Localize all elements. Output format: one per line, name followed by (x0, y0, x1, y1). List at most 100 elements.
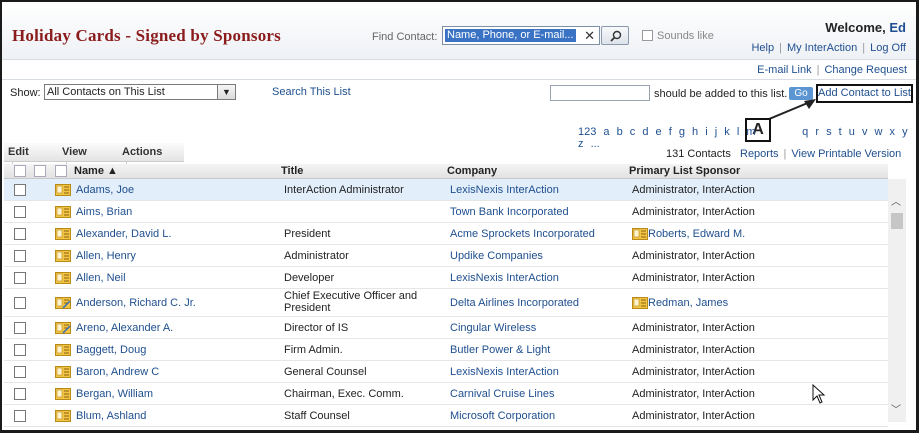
table-row[interactable]: Alexander, David L. President Acme Sprocke… (4, 223, 888, 245)
row-checkbox[interactable] (14, 228, 26, 240)
company-link[interactable]: LexisNexis InterAction (450, 272, 559, 284)
row-checkbox[interactable] (14, 388, 26, 400)
sounds-like-option[interactable]: Sounds like (642, 30, 714, 42)
alpha-filter-h[interactable]: h (692, 126, 698, 138)
column-title[interactable]: Title (281, 165, 303, 177)
company-link[interactable]: Microsoft Corporation (450, 410, 555, 422)
alpha-filter-123[interactable]: 123 (578, 126, 596, 138)
company-link[interactable]: Town Bank Incorporated (450, 206, 569, 218)
alpha-filter-e[interactable]: e (656, 126, 662, 138)
table-row[interactable]: Areno, Alexander A. Director of IS Cingula… (4, 317, 888, 339)
alpha-filter-c[interactable]: c (630, 126, 636, 138)
table-row[interactable]: Anderson, Richard C. Jr. Chief Executive … (4, 289, 888, 317)
find-search-button[interactable] (601, 26, 629, 45)
contact-name-link[interactable]: Baron, Andrew C (76, 366, 159, 378)
contact-name-link[interactable]: Allen, Neil (76, 272, 126, 284)
row-checkbox[interactable] (14, 272, 26, 284)
company-link[interactable]: Acme Sprockets Incorporated (450, 228, 595, 240)
row-checkbox[interactable] (14, 206, 26, 218)
log-off-link[interactable]: Log Off (870, 42, 906, 54)
contact-name-link[interactable]: Alexander, David L. (76, 228, 171, 240)
chevron-down-icon[interactable]: ▼ (217, 85, 235, 99)
company-link[interactable]: Delta Airlines Incorporated (450, 297, 579, 309)
sponsor-link[interactable]: Redman, James (648, 297, 728, 309)
printable-version-link[interactable]: View Printable Version (791, 148, 901, 160)
company-link[interactable]: Cingular Wireless (450, 322, 536, 334)
sponsor-link[interactable]: Roberts, Edward M. (648, 228, 745, 240)
contact-name-link[interactable]: Anderson, Richard C. Jr. (76, 297, 196, 309)
actions-menu[interactable]: Actions (118, 143, 162, 177)
row-checkbox[interactable] (14, 322, 26, 334)
column-company[interactable]: Company (447, 165, 497, 177)
contact-name-link[interactable]: Bergan, William (76, 388, 153, 400)
add-contact-input[interactable] (550, 85, 650, 101)
select-all-checkbox[interactable] (14, 165, 26, 177)
alpha-filter-l[interactable]: l (737, 126, 739, 138)
alpha-filter-w[interactable]: w (875, 126, 883, 138)
table-row[interactable]: Baron, Andrew C General Counsel LexisNexis… (4, 361, 888, 383)
user-name[interactable]: Ed (889, 20, 906, 35)
company-link[interactable]: LexisNexis InterAction (450, 366, 559, 378)
row-checkbox[interactable] (14, 366, 26, 378)
company-link[interactable]: LexisNexis InterAction (450, 184, 559, 196)
alpha-filter-g[interactable]: g (679, 126, 685, 138)
find-contact-input[interactable]: Name, Phone, or E-mail... ✕ (442, 26, 600, 45)
row-checkbox[interactable] (14, 184, 26, 196)
alpha-filter-t[interactable]: t (839, 126, 842, 138)
alpha-filter-m[interactable]: m (746, 126, 755, 138)
contact-name-link[interactable]: Blum, Ashland (76, 410, 146, 422)
help-link[interactable]: Help (751, 42, 774, 54)
row-checkbox[interactable] (14, 250, 26, 262)
alpha-filter-k[interactable]: k (724, 126, 730, 138)
table-row[interactable]: Adams, Joe InterAction Administrator Lexis… (4, 179, 888, 201)
alpha-filter-s[interactable]: s (826, 126, 832, 138)
contact-name-link[interactable]: Allen, Henry (76, 250, 136, 262)
row-checkbox[interactable] (14, 344, 26, 356)
alpha-filter-u[interactable]: u (849, 126, 855, 138)
contact-name-link[interactable]: Areno, Alexander A. (76, 322, 173, 334)
alpha-filter-q[interactable]: q (802, 126, 808, 138)
row-checkbox[interactable] (14, 297, 26, 309)
table-row[interactable]: Blum, Ashland Staff Counsel Microsoft Corp… (4, 405, 888, 427)
alpha-filter-y[interactable]: y (902, 126, 908, 138)
alpha-filter-a[interactable]: a (603, 126, 609, 138)
row-checkbox[interactable] (14, 410, 26, 422)
scroll-up-icon[interactable]: ︿ (891, 193, 901, 208)
alpha-filter-z[interactable]: z (578, 138, 584, 150)
sounds-like-checkbox[interactable] (642, 30, 653, 41)
edit-menu[interactable]: Edit (4, 143, 29, 177)
search-this-list-link[interactable]: Search This List (272, 86, 351, 98)
alpha-filter-i[interactable]: i (705, 126, 707, 138)
alpha-filter-x[interactable]: x (890, 126, 896, 138)
table-row[interactable]: Aims, Brian Town Bank Incorporated Adminis… (4, 201, 888, 223)
reports-link[interactable]: Reports (740, 148, 779, 160)
alpha-filter-f[interactable]: f (669, 126, 672, 138)
contact-name-link[interactable]: Aims, Brian (76, 206, 132, 218)
alpha-filter-b[interactable]: b (617, 126, 623, 138)
table-row[interactable]: Bergan, William Chairman, Exec. Comm. Carn… (4, 383, 888, 405)
my-interaction-link[interactable]: My InterAction (787, 42, 857, 54)
contact-name-link[interactable]: Adams, Joe (76, 184, 134, 196)
alpha-filter-j[interactable]: j (715, 126, 717, 138)
company-link[interactable]: Butler Power & Light (450, 344, 550, 356)
scroll-down-icon[interactable]: ﹀ (891, 401, 901, 416)
table-row[interactable]: Baggett, Doug Firm Admin. Butler Power & L… (4, 339, 888, 361)
table-row[interactable]: Allen, Henry Administrator Updike Companie… (4, 245, 888, 267)
alpha-filter-v[interactable]: v (862, 126, 868, 138)
clear-icon[interactable]: ✕ (584, 28, 595, 44)
company-link[interactable]: Carnival Cruise Lines (450, 388, 555, 400)
change-request-link[interactable]: Change Request (824, 64, 907, 76)
contact-name-link[interactable]: Baggett, Doug (76, 344, 146, 356)
alpha-filter-r[interactable]: r (815, 126, 819, 138)
company-link[interactable]: Updike Companies (450, 250, 543, 262)
column-sponsor[interactable]: Primary List Sponsor (629, 165, 740, 177)
scroll-thumb[interactable] (891, 213, 903, 229)
column-name[interactable]: Name ▲ (74, 165, 118, 177)
view-menu[interactable]: View (58, 143, 87, 177)
add-contact-to-list-link[interactable]: Add Contact to List (816, 84, 913, 103)
alpha-filter-more[interactable]: ... (591, 138, 600, 150)
show-filter-select[interactable]: All Contacts on This List ▼ (44, 84, 236, 100)
vertical-scrollbar[interactable]: ︿ ﹀ (888, 179, 906, 422)
table-row[interactable]: Allen, Neil Developer LexisNexis InterActi… (4, 267, 888, 289)
alpha-filter-d[interactable]: d (642, 126, 648, 138)
